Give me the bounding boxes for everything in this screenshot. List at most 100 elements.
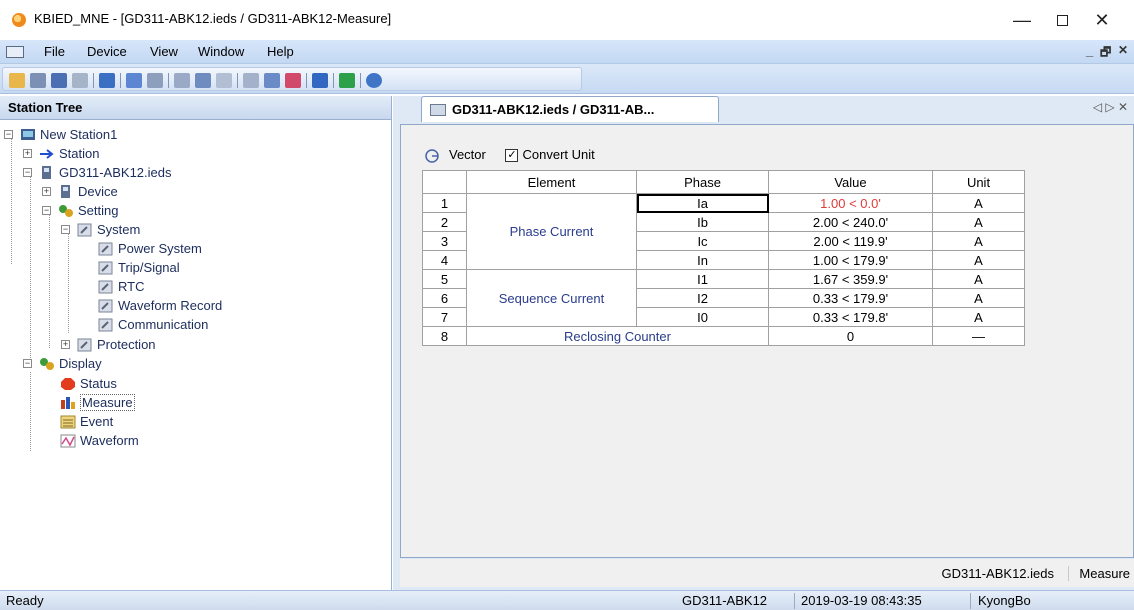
- row-number: 1: [422, 193, 467, 213]
- unit-cell: A: [932, 212, 1025, 232]
- menu-window[interactable]: Window: [198, 44, 244, 59]
- status-divider: [794, 593, 795, 609]
- tree-node-event[interactable]: Event: [42, 413, 113, 429]
- expand-icon[interactable]: +: [42, 187, 51, 196]
- phase-cell[interactable]: I1: [636, 269, 769, 289]
- table-row[interactable]: 5 Sequence Current I1 1.67 < 359.9' A: [422, 269, 1025, 327]
- mdi-minimize-button[interactable]: _: [1086, 43, 1093, 58]
- unit-cell: A: [932, 193, 1025, 213]
- tree-label: Waveform: [80, 433, 139, 449]
- document-tab[interactable]: GD311-ABK12.ieds / GD311-AB...: [421, 96, 719, 122]
- phase-cell[interactable]: Ic: [636, 231, 769, 251]
- expand-icon[interactable]: +: [61, 340, 70, 349]
- connect-icon[interactable]: [51, 73, 67, 88]
- tab-navigation[interactable]: ◁ ▷ ✕: [1093, 100, 1128, 114]
- phase-cell[interactable]: In: [636, 250, 769, 270]
- tree-node-status[interactable]: Status: [42, 375, 117, 391]
- tree-label: Protection: [97, 337, 156, 353]
- tree-node-new-station1[interactable]: − New Station1: [4, 126, 117, 142]
- header-number: [422, 170, 467, 194]
- tree-node-station[interactable]: + Station: [23, 145, 99, 161]
- open-icon[interactable]: [9, 73, 25, 88]
- collapse-icon[interactable]: −: [4, 130, 13, 139]
- collapse-icon[interactable]: −: [23, 168, 32, 177]
- station-tree-header: Station Tree: [0, 96, 391, 120]
- device-icon: [39, 165, 55, 180]
- tree-node-waveform-record[interactable]: Waveform Record: [80, 297, 222, 313]
- group-phase-current: Phase Current: [466, 193, 637, 270]
- menu-file[interactable]: File: [44, 44, 65, 59]
- phase-cell[interactable]: Ia: [636, 193, 769, 213]
- menu-view[interactable]: View: [150, 44, 178, 59]
- tree-node-system[interactable]: − System: [61, 221, 140, 237]
- panel-icon[interactable]: [243, 73, 259, 88]
- tree-node-protection[interactable]: + Protection: [61, 336, 156, 352]
- waveform-icon[interactable]: [264, 73, 280, 88]
- tree-label: Waveform Record: [118, 298, 223, 314]
- document-icon: [430, 104, 446, 116]
- receive-icon[interactable]: [147, 73, 163, 88]
- menu-bar: File Device View Window Help _ 🗗 ✕: [0, 40, 1134, 64]
- menu-help[interactable]: Help: [267, 44, 294, 59]
- collapse-icon[interactable]: −: [61, 225, 70, 234]
- help-icon[interactable]: [366, 73, 382, 88]
- tree-node-waveform[interactable]: Waveform: [42, 432, 139, 448]
- mdi-restore-button[interactable]: 🗗: [1100, 43, 1111, 64]
- export-icon[interactable]: [312, 73, 328, 88]
- tree-label: Communication: [118, 317, 209, 333]
- toolbar-separator: [360, 73, 361, 88]
- collapse-icon[interactable]: −: [42, 206, 51, 215]
- expand-icon[interactable]: +: [23, 149, 32, 158]
- settings-icon[interactable]: [174, 73, 190, 88]
- status-ready: Ready: [6, 593, 44, 608]
- tree-node-display[interactable]: − Display: [23, 355, 102, 371]
- tree-line: [30, 372, 31, 451]
- maximize-icon: [1056, 15, 1068, 26]
- status-device: GD311-ABK12: [682, 593, 768, 608]
- save-icon[interactable]: [30, 73, 46, 88]
- table-row[interactable]: 1 Phase Current Ia 1.00 < 0.0' A: [422, 193, 1025, 270]
- tree-node-setting[interactable]: − Setting: [42, 202, 118, 218]
- tree-node-trip-signal[interactable]: Trip/Signal: [80, 259, 180, 275]
- toolbar-separator: [306, 73, 307, 88]
- close-button[interactable]: ✕: [1082, 6, 1122, 34]
- maximize-button[interactable]: [1042, 6, 1082, 34]
- mdi-close-button[interactable]: ✕: [1118, 43, 1128, 57]
- wrench-icon: [98, 261, 114, 275]
- status-divider: [970, 593, 971, 609]
- send-icon[interactable]: [126, 73, 142, 88]
- document-status-view: Measure: [1068, 566, 1130, 581]
- tree-line: [49, 210, 50, 348]
- wrench-icon: [98, 280, 114, 294]
- status-icon: [60, 377, 76, 391]
- phase-cell[interactable]: I2: [636, 288, 769, 308]
- phase-cell[interactable]: Ib: [636, 212, 769, 232]
- menu-device[interactable]: Device: [87, 44, 127, 59]
- wrench-icon: [77, 338, 93, 352]
- minimize-button[interactable]: —: [1002, 6, 1042, 34]
- status-datetime: 2019-03-19 08:43:35: [801, 593, 922, 608]
- vector-icon[interactable]: [425, 148, 441, 163]
- mdi-document-icon[interactable]: [6, 46, 24, 58]
- tree-node-rtc[interactable]: RTC: [80, 278, 144, 294]
- event-list-icon: [60, 415, 76, 429]
- toolbar-separator: [333, 73, 334, 88]
- monitor-icon[interactable]: [195, 73, 211, 88]
- delete-icon[interactable]: [339, 73, 355, 88]
- tree-node-communication[interactable]: Communication: [80, 316, 208, 332]
- grid-icon[interactable]: [216, 73, 232, 88]
- tree-node-device[interactable]: + Device: [42, 183, 118, 199]
- collapse-icon[interactable]: −: [23, 359, 32, 368]
- convert-unit-label[interactable]: Convert Unit: [522, 147, 594, 162]
- header-phase: Phase: [636, 170, 769, 194]
- compare-icon[interactable]: [285, 73, 301, 88]
- tree-node-ieds-file[interactable]: − GD311-ABK12.ieds: [23, 164, 172, 180]
- network-icon[interactable]: [72, 73, 88, 88]
- tree-node-power-system[interactable]: Power System: [80, 240, 202, 256]
- vector-label[interactable]: Vector: [449, 147, 486, 162]
- tree-icon[interactable]: [99, 73, 115, 88]
- tree-node-measure[interactable]: Measure: [42, 394, 135, 412]
- table-row[interactable]: 8 Reclosing Counter 0 —: [422, 326, 1025, 346]
- phase-cell[interactable]: I0: [636, 307, 769, 327]
- convert-unit-checkbox[interactable]: ✓: [505, 149, 519, 163]
